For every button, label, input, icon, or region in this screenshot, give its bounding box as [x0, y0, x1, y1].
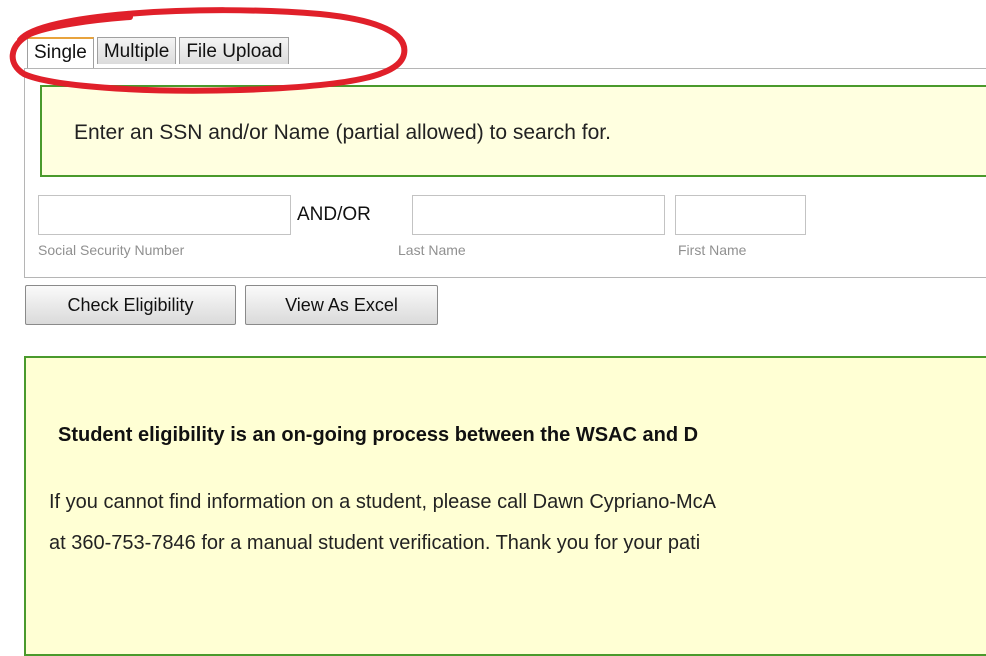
tab-multiple[interactable]: Multiple — [96, 37, 177, 64]
and-or-label: AND/OR — [297, 204, 371, 225]
last-name-label: Last Name — [398, 242, 466, 258]
last-name-input[interactable] — [412, 195, 665, 235]
first-name-label: First Name — [678, 242, 747, 258]
search-tabs: Single Multiple File Upload — [27, 37, 292, 68]
ssn-label: Social Security Number — [38, 242, 185, 258]
tab-single[interactable]: Single — [27, 37, 94, 68]
check-eligibility-button[interactable]: Check Eligibility — [25, 285, 236, 325]
instructions-box: Enter an SSN and/or Name (partial allowe… — [40, 85, 986, 177]
page-heading-clipped — [28, 0, 37, 17]
eligibility-notice: Student eligibility is an on-going proce… — [24, 356, 986, 656]
ssn-input[interactable] — [38, 195, 291, 235]
notice-line-1: If you cannot find information on a stud… — [49, 491, 717, 513]
notice-line-2: at 360-753-7846 for a manual student ver… — [49, 532, 701, 554]
first-name-input[interactable] — [675, 195, 806, 235]
instructions-text: Enter an SSN and/or Name (partial allowe… — [74, 121, 611, 144]
notice-title: Student eligibility is an on-going proce… — [58, 424, 699, 446]
view-as-excel-button[interactable]: View As Excel — [245, 285, 438, 325]
tab-file-upload[interactable]: File Upload — [179, 37, 290, 64]
